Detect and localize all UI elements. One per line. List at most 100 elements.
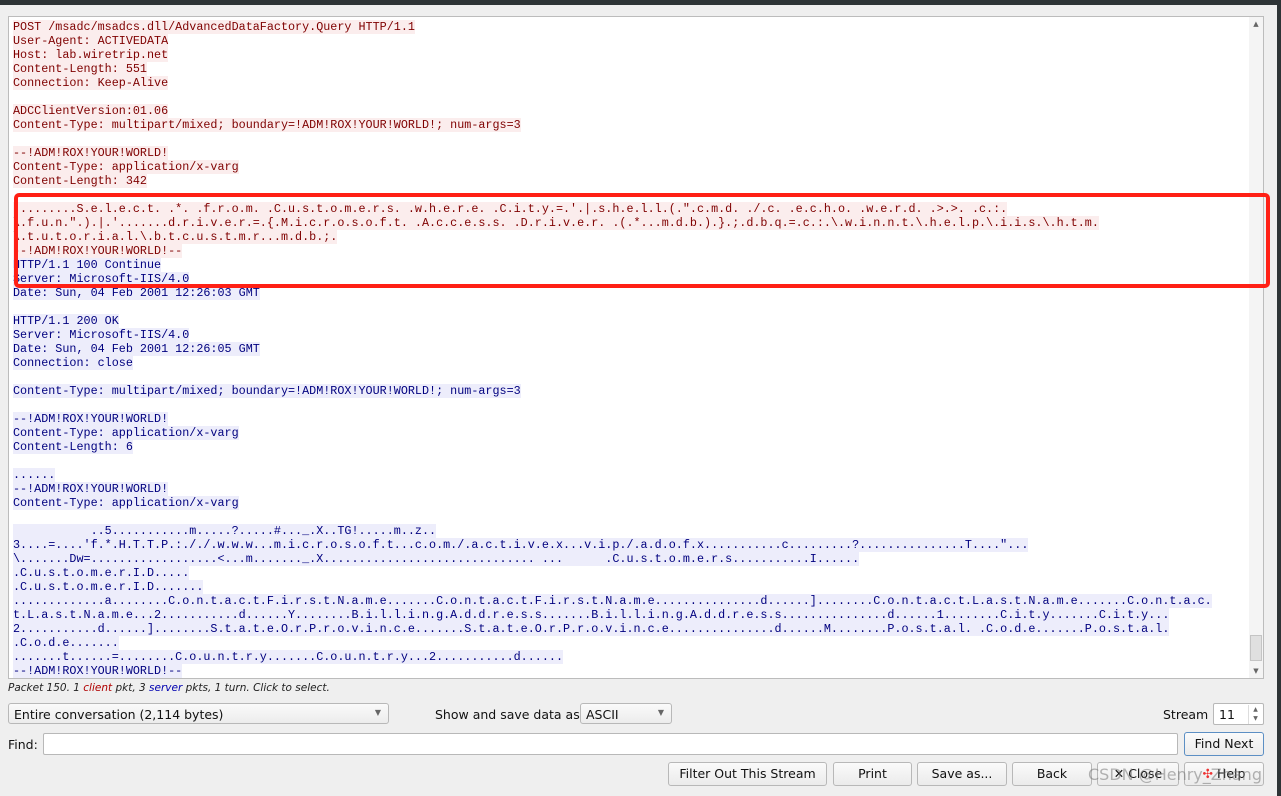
line-text: ADCClientVersion:01.06 bbox=[13, 104, 169, 118]
line-text: POST /msadc/msadcs.dll/AdvancedDataFacto… bbox=[13, 20, 415, 34]
client-line: ADCClientVersion:01.06 bbox=[13, 104, 1212, 118]
line-text: HTTP/1.1 100 Continue bbox=[13, 258, 162, 272]
line-text: User-Agent: ACTIVEDATA bbox=[13, 34, 169, 48]
line-text: Connection: Keep-Alive bbox=[13, 76, 169, 90]
conversation-select[interactable]: Entire conversation (2,114 bytes) ▼ bbox=[8, 703, 389, 724]
line-text: 2...........d......]........S.t.a.t.e.O.… bbox=[13, 622, 1170, 636]
server-line bbox=[13, 300, 1212, 314]
line-text: Connection: close bbox=[13, 356, 133, 370]
client-line bbox=[13, 132, 1212, 146]
filter-out-button[interactable]: Filter Out This Stream bbox=[668, 762, 827, 786]
stream-content-pane[interactable]: POST /msadc/msadcs.dll/AdvancedDataFacto… bbox=[8, 16, 1251, 679]
line-text: Server: Microsoft-IIS/4.0 bbox=[13, 328, 190, 342]
server-line: Connection: close bbox=[13, 356, 1212, 370]
line-text: \.f.u.n.".).|.'.......d.r.i.v.e.r.=.{.M.… bbox=[13, 216, 1099, 230]
line-text: Content-Type: application/x-varg bbox=[13, 496, 239, 510]
line-text: ...... bbox=[13, 468, 56, 482]
stream-status[interactable]: Packet 150. 1 client pkt, 3 server pkts,… bbox=[8, 682, 330, 694]
back-button[interactable]: Back bbox=[1012, 762, 1092, 786]
line-text: Content-Type: multipart/mixed; boundary=… bbox=[13, 118, 521, 132]
server-line: HTTP/1.1 200 OK bbox=[13, 314, 1212, 328]
stream-label: Stream bbox=[1163, 707, 1209, 722]
spin-arrows-icon[interactable]: ▲ ▼ bbox=[1248, 705, 1262, 724]
window-right-edge bbox=[1277, 0, 1281, 796]
stream-value: 11 bbox=[1219, 707, 1235, 722]
server-line bbox=[13, 398, 1212, 412]
server-line: ..5...........m.....?.....#..._.X..TG!..… bbox=[13, 524, 1212, 538]
line-text: --!ADM!ROX!YOUR!WORLD! bbox=[13, 146, 169, 160]
status-server: server bbox=[149, 682, 183, 694]
window-top-edge bbox=[0, 0, 1281, 5]
line-text: --!ADM!ROX!YOUR!WORLD!-- bbox=[13, 664, 183, 678]
line-text: HTTP/1.1 200 OK bbox=[13, 314, 119, 328]
format-select[interactable]: ASCII ▼ bbox=[580, 703, 672, 724]
client-line: .........S.e.l.e.c.t. .*. .f.r.o.m. .C.u… bbox=[13, 202, 1212, 216]
save-as-button[interactable]: Save as... bbox=[917, 762, 1007, 786]
help-button[interactable]: ✣ Help bbox=[1184, 762, 1264, 786]
client-line: User-Agent: ACTIVEDATA bbox=[13, 34, 1212, 48]
server-line: .......t......=........C.o.u.n.t.r.y....… bbox=[13, 650, 1212, 664]
line-text: .............a........C.o.n.t.a.c.t.F.i.… bbox=[13, 594, 1212, 608]
line-text: Server: Microsoft-IIS/4.0 bbox=[13, 272, 190, 286]
line-text: Content-Length: 6 bbox=[13, 440, 133, 454]
server-line: .C.u.s.t.o.m.e.r.I.D....... bbox=[13, 580, 1212, 594]
show-save-label: Show and save data as bbox=[435, 707, 580, 722]
help-icon: ✣ bbox=[1202, 766, 1217, 781]
line-text: --!ADM!ROX!YOUR!WORLD! bbox=[13, 482, 169, 496]
line-text: .C.u.s.t.o.m.e.r.I.D....... bbox=[13, 580, 204, 594]
server-line: Content-Type: application/x-varg bbox=[13, 496, 1212, 510]
vertical-scrollbar[interactable]: ▲ ▼ bbox=[1249, 16, 1264, 679]
line-text: 3....=....'f.*.H.T.T.P.:././.w.w.w...m.i… bbox=[13, 538, 1029, 552]
server-line bbox=[13, 454, 1212, 468]
server-line: Date: Sun, 04 Feb 2001 12:26:05 GMT bbox=[13, 342, 1212, 356]
line-text: Content-Type: application/x-varg bbox=[13, 160, 239, 174]
line-text: Content-Type: application/x-varg bbox=[13, 426, 239, 440]
scroll-thumb[interactable] bbox=[1250, 635, 1262, 661]
client-line bbox=[13, 188, 1212, 202]
print-button[interactable]: Print bbox=[833, 762, 912, 786]
server-line: Content-Length: 6 bbox=[13, 440, 1212, 454]
server-line: 3....=....'f.*.H.T.T.P.:././.w.w.w...m.i… bbox=[13, 538, 1212, 552]
server-line: .C.o.d.e....... bbox=[13, 636, 1212, 650]
line-text: \.......Dw=..................<...m......… bbox=[13, 552, 860, 566]
client-line: POST /msadc/msadcs.dll/AdvancedDataFacto… bbox=[13, 20, 1212, 34]
client-line: \.t.u.t.o.r.i.a.l.\.b.t.c.u.s.t.m.r...m.… bbox=[13, 230, 1212, 244]
line-text: .........S.e.l.e.c.t. .*. .f.r.o.m. .C.u… bbox=[13, 202, 1008, 216]
status-client: client bbox=[83, 682, 113, 694]
server-line: ...... bbox=[13, 468, 1212, 482]
server-line: .C.u.s.t.o.m.e.r.I.D..... bbox=[13, 566, 1212, 580]
chevron-down-icon: ▼ bbox=[657, 708, 664, 717]
server-line: Server: Microsoft-IIS/4.0 bbox=[13, 272, 1212, 286]
client-line: Content-Length: 342 bbox=[13, 174, 1212, 188]
client-line: --!ADM!ROX!YOUR!WORLD!-- bbox=[13, 244, 1212, 258]
status-suffix: pkts, 1 turn. Click to select. bbox=[182, 682, 330, 694]
status-prefix: Packet 150. 1 bbox=[8, 682, 84, 694]
client-line: --!ADM!ROX!YOUR!WORLD! bbox=[13, 146, 1212, 160]
close-icon: ✕ bbox=[1113, 766, 1129, 781]
client-line: Host: lab.wiretrip.net bbox=[13, 48, 1212, 62]
close-button[interactable]: ✕ Close bbox=[1097, 762, 1179, 786]
find-next-button[interactable]: Find Next bbox=[1184, 732, 1264, 756]
line-text: --!ADM!ROX!YOUR!WORLD! bbox=[13, 412, 169, 426]
scroll-down-icon[interactable]: ▼ bbox=[1249, 664, 1263, 678]
line-text: .C.u.s.t.o.m.e.r.I.D..... bbox=[13, 566, 190, 580]
line-text: ..5...........m.....?.....#..._.X..TG!..… bbox=[13, 524, 437, 538]
client-line: Content-Length: 551 bbox=[13, 62, 1212, 76]
server-line: \.......Dw=..................<...m......… bbox=[13, 552, 1212, 566]
line-text: t.L.a.s.t.N.a.m.e...2...........d......Y… bbox=[13, 608, 1170, 622]
server-line: --!ADM!ROX!YOUR!WORLD! bbox=[13, 482, 1212, 496]
close-label: Close bbox=[1128, 766, 1163, 781]
line-text: .......t......=........C.o.u.n.t.r.y....… bbox=[13, 650, 563, 664]
server-line: HTTP/1.1 100 Continue bbox=[13, 258, 1212, 272]
server-line: Date: Sun, 04 Feb 2001 12:26:03 GMT bbox=[13, 286, 1212, 300]
server-line bbox=[13, 370, 1212, 384]
client-line: Content-Type: multipart/mixed; boundary=… bbox=[13, 118, 1212, 132]
stream-spinbox[interactable]: 11 ▲ ▼ bbox=[1213, 703, 1264, 725]
stream-text[interactable]: POST /msadc/msadcs.dll/AdvancedDataFacto… bbox=[13, 20, 1212, 678]
scroll-up-icon[interactable]: ▲ bbox=[1249, 17, 1263, 31]
line-text: .C.o.d.e....... bbox=[13, 636, 119, 650]
server-line: Server: Microsoft-IIS/4.0 bbox=[13, 328, 1212, 342]
server-line: --!ADM!ROX!YOUR!WORLD! bbox=[13, 412, 1212, 426]
server-line: t.L.a.s.t.N.a.m.e...2...........d......Y… bbox=[13, 608, 1212, 622]
find-input[interactable] bbox=[43, 733, 1178, 755]
